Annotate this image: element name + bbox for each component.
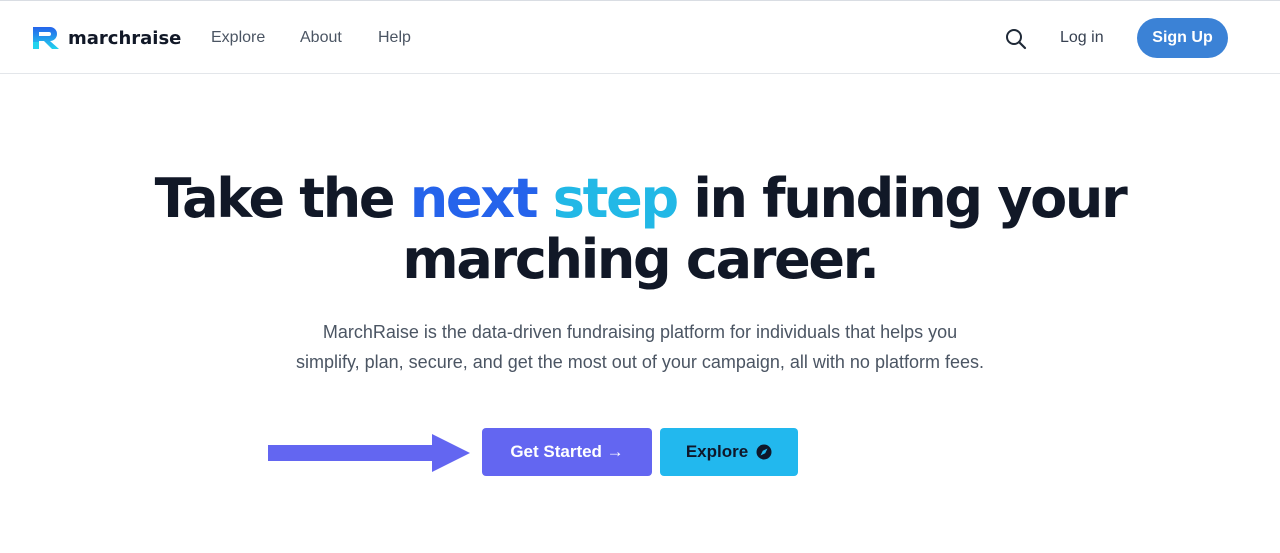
- hero-title-space: [536, 167, 553, 230]
- nav-help-link[interactable]: Help: [378, 29, 411, 47]
- hero-title-after: in funding your: [676, 167, 1127, 230]
- get-started-button[interactable]: Get Started →: [482, 428, 652, 476]
- brand-name: marchraise: [68, 27, 182, 49]
- top-navbar: marchraise Explore About Help Log in Sig…: [0, 0, 1280, 74]
- search-icon: [1006, 29, 1027, 50]
- explore-button[interactable]: Explore: [660, 428, 798, 476]
- hero-title-line2: marching career.: [402, 228, 879, 291]
- arrow-right-icon: [268, 434, 470, 472]
- hero-title: Take the next step in funding your march…: [0, 168, 1280, 290]
- search-button[interactable]: [1003, 26, 1029, 52]
- hero-title-before: Take the: [154, 167, 410, 230]
- logo-link[interactable]: marchraise: [31, 23, 181, 53]
- logo-icon: [33, 27, 59, 49]
- nav-about-link[interactable]: About: [300, 29, 342, 47]
- hero-title-highlight-step: step: [552, 167, 679, 230]
- login-link[interactable]: Log in: [1060, 29, 1104, 47]
- hero-title-highlight-next: next: [409, 167, 539, 230]
- explore-button-label: Explore: [685, 442, 749, 461]
- nav-explore-link[interactable]: Explore: [211, 29, 265, 47]
- compass-icon: [756, 444, 772, 460]
- signup-button[interactable]: Sign Up: [1137, 18, 1228, 58]
- hero-subtitle: MarchRaise is the data-driven fundraisin…: [295, 322, 984, 372]
